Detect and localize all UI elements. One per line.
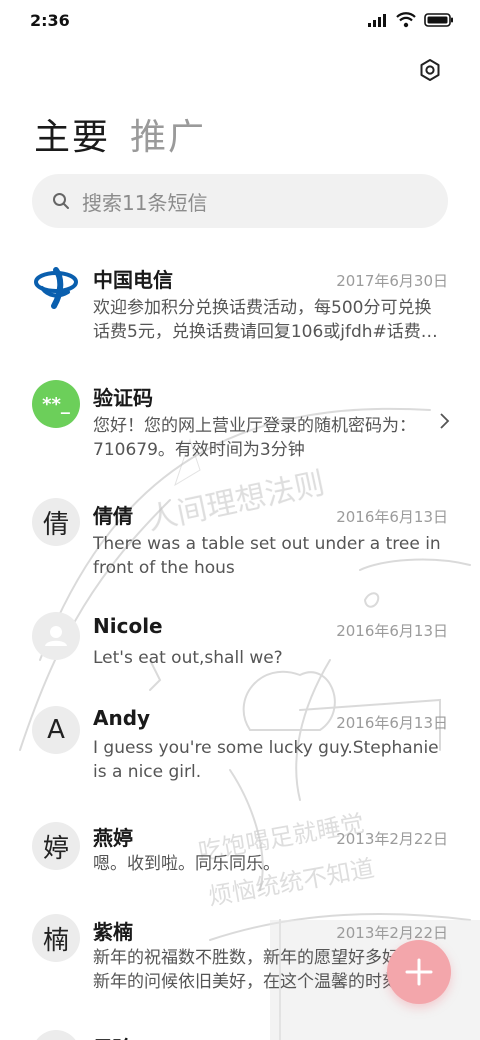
sender-name: Nicole	[93, 614, 163, 638]
verification-code-avatar: **_	[32, 380, 80, 428]
signal-icon	[368, 14, 386, 27]
message-row[interactable]: A Andy 2016年6月13日 I guess you're some lu…	[0, 690, 480, 800]
message-preview: 欢迎参加积分兑换话费活动，每500分可兑换话费5元，兑换话费请回复106或jfd…	[93, 298, 438, 342]
message-date: 2013年2月22日	[336, 924, 448, 942]
status-time: 2:36	[30, 10, 70, 30]
settings-button[interactable]	[414, 54, 446, 86]
tab-primary[interactable]: 主要	[34, 108, 110, 160]
sender-name: 中国电信	[93, 268, 173, 292]
message-row[interactable]: 子玲	[0, 1022, 480, 1040]
contact-avatar: 楠	[32, 914, 80, 962]
sender-name: 紫楠	[93, 920, 133, 944]
tab-promotions[interactable]: 推广	[130, 108, 206, 160]
wifi-icon	[396, 12, 416, 28]
message-preview: There was a table set out under a tree i…	[93, 534, 441, 578]
search-bar[interactable]: 搜索11条短信	[32, 174, 448, 228]
sender-name: 倩倩	[93, 504, 133, 528]
telecom-logo-icon	[32, 262, 80, 310]
contact-avatar	[32, 1030, 80, 1040]
battery-icon	[424, 13, 453, 27]
message-row[interactable]: Nicole 2016年6月13日 Let's eat out,shall we…	[0, 596, 480, 686]
contact-avatar: 倩	[32, 498, 80, 546]
search-placeholder: 搜索11条短信	[82, 190, 208, 215]
chevron-right-icon[interactable]	[438, 412, 450, 430]
message-date: 2016年6月13日	[336, 508, 448, 526]
message-date: 2016年6月13日	[336, 714, 448, 732]
message-preview: I guess you're some lucky guy.Stephanie …	[93, 738, 439, 782]
sender-name: 验证码	[93, 386, 153, 410]
sender-name: Andy	[93, 706, 151, 730]
search-icon	[53, 193, 69, 209]
message-row[interactable]: 婷 燕婷 2013年2月22日 嗯。收到啦。同乐同乐。	[0, 806, 480, 896]
message-date: 2016年6月13日	[336, 622, 448, 640]
sender-name: 燕婷	[93, 826, 133, 850]
sender-name: 子玲	[93, 1032, 133, 1040]
message-preview: 嗯。收到啦。同乐同乐。	[93, 854, 280, 874]
message-row[interactable]: 中国电信 2017年6月30日 欢迎参加积分兑换话费活动，每500分可兑换话费5…	[0, 242, 480, 352]
message-row[interactable]: **_ 验证码 您好！您的网上营业厅登录的随机密码为：710679。有效时间为3…	[0, 360, 480, 470]
message-date: 2017年6月30日	[336, 272, 448, 290]
new-message-button[interactable]	[387, 940, 451, 1004]
gear-icon	[420, 59, 440, 81]
message-preview: Let's eat out,shall we?	[93, 648, 283, 668]
status-icons	[368, 12, 454, 28]
person-icon	[32, 612, 80, 660]
status-bar: 2:36	[0, 0, 480, 40]
message-date: 2013年2月22日	[336, 830, 448, 848]
plus-icon	[405, 958, 433, 986]
message-preview: 您好！您的网上营业厅登录的随机密码为：710679。有效时间为3分钟	[93, 416, 416, 460]
contact-avatar: 婷	[32, 822, 80, 870]
tab-bar: 主要 推广	[34, 108, 206, 160]
message-row[interactable]: 倩 倩倩 2016年6月13日 There was a table set ou…	[0, 478, 480, 588]
contact-avatar: A	[32, 706, 80, 754]
